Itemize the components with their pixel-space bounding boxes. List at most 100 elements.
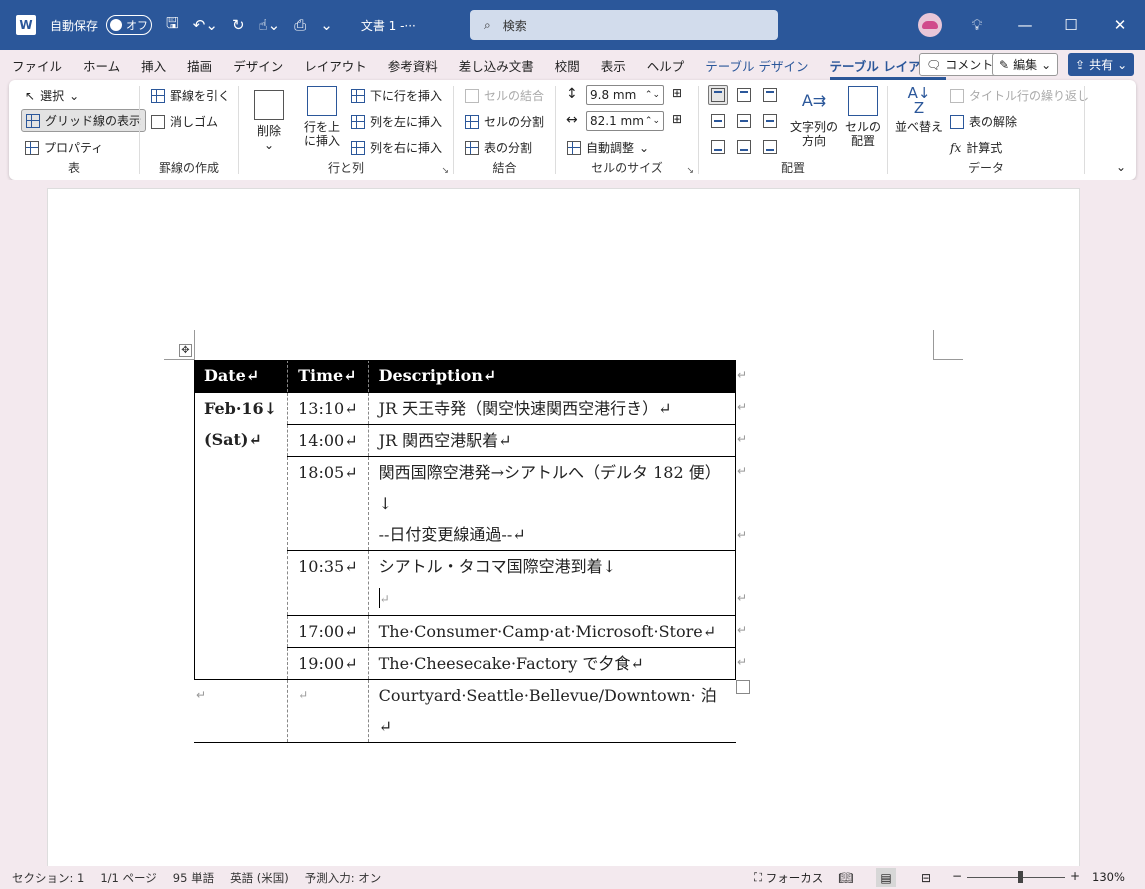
description-cell[interactable]: 関西国際空港発→シアトルへ（デルタ 182 便）↓ --日付変更線通過--↵ [368, 456, 736, 551]
tab-references[interactable]: 参考資料 [388, 51, 438, 80]
repeat-header-rows-button[interactable]: タイトル行の繰り返し [950, 87, 1089, 104]
status-predictive-input[interactable]: 予測入力: オン [305, 870, 382, 886]
eraser-button[interactable]: 消しゴム [151, 113, 218, 130]
insert-right-button[interactable]: 列を右に挿入 [351, 139, 442, 156]
description-cell[interactable]: The·Consumer·Camp·at·Microsoft·Store↵ [368, 615, 736, 648]
status-language[interactable]: 英語 (米国) [230, 870, 289, 886]
align-bottom-left-button[interactable] [708, 137, 728, 157]
description-cell[interactable]: シアトル・タコマ国際空港到着↓ ↵ [368, 550, 736, 616]
insert-above-button[interactable]: 行を上 に挿入 [301, 86, 343, 148]
delete-button[interactable]: 削除 ⌄ [251, 90, 287, 152]
dialog-launcher-icon[interactable]: ↘ [686, 166, 694, 176]
time-cell[interactable]: 18:05↵ [287, 456, 369, 551]
search-box[interactable]: ⌕ 検索 [470, 10, 778, 40]
tab-file[interactable]: ファイル [12, 51, 62, 80]
header-time[interactable]: Time↵ [287, 360, 369, 393]
read-mode-icon[interactable]: 📖︎ [836, 868, 856, 887]
distribute-columns-icon[interactable]: ⊞ [672, 112, 682, 126]
status-words[interactable]: 95 単語 [173, 870, 214, 886]
status-section[interactable]: セクション: 1 [12, 870, 84, 886]
text-direction-button[interactable]: A⇉ 文字列の 方向 [789, 86, 839, 148]
table-resize-handle[interactable] [736, 680, 750, 694]
formula-button[interactable]: fx 計算式 [950, 139, 1002, 156]
align-center-left-button[interactable] [708, 111, 728, 131]
description-cell[interactable]: Courtyard·Seattle·Bellevue/Downtown· 泊↵ [368, 679, 736, 743]
description-cell[interactable]: JR 関西空港駅着↵ [368, 424, 736, 457]
schedule-table[interactable]: Date↵ Time↵ Description↵ Feb·16↓ (Sat)↵ 1… [194, 360, 736, 743]
spinner-icon[interactable]: ⌃⌄ [645, 112, 660, 130]
time-cell[interactable]: ↵ [287, 679, 369, 743]
customize-toolbar-icon[interactable]: ⌄ [320, 16, 333, 34]
description-cell[interactable]: JR 天王寺発（関空快速関西空港行き）↵ [368, 392, 736, 425]
merge-cells-button[interactable]: セルの結合 [465, 87, 544, 104]
draw-table-button[interactable]: 罫線を引く [151, 87, 230, 104]
align-top-right-button[interactable] [760, 85, 780, 105]
zoom-out-icon[interactable]: − [952, 869, 962, 883]
comment-button[interactable]: 🗨︎ コメント [919, 53, 1001, 76]
time-cell[interactable]: 17:00↵ [287, 615, 369, 648]
maximize-icon[interactable]: ☐ [1048, 0, 1094, 50]
distribute-rows-icon[interactable]: ⊞ [672, 86, 682, 100]
undo-icon[interactable]: ↶⌄ [193, 16, 218, 34]
time-cell[interactable]: 19:00↵ [287, 647, 369, 680]
save-icon[interactable]: 🖫 [166, 13, 179, 38]
zoom-level[interactable]: 130% [1092, 870, 1125, 884]
time-cell[interactable]: 14:00↵ [287, 424, 369, 457]
touch-mode-icon[interactable]: ☝⌄ [259, 16, 281, 34]
tab-layout[interactable]: レイアウト [304, 51, 367, 80]
status-page[interactable]: 1/1 ページ [100, 870, 156, 886]
tab-insert[interactable]: 挿入 [141, 51, 166, 80]
lightbulb-icon[interactable]: 💡︎ [954, 0, 1000, 50]
convert-to-text-button[interactable]: 表の解除 [950, 113, 1017, 130]
cell-margins-button[interactable]: セルの 配置 [843, 86, 883, 148]
collapse-ribbon-icon[interactable]: ⌄ [1116, 160, 1126, 174]
redo-icon[interactable]: ↻ [232, 16, 245, 34]
header-date[interactable]: Date↵ [194, 360, 289, 393]
select-button[interactable]: ↖ 選択 ⌄ [25, 87, 79, 104]
tab-table-design[interactable]: テーブル デザイン [705, 51, 808, 80]
row-height-input[interactable]: 9.8 mm ⌃⌄ [586, 85, 664, 105]
table-move-handle-icon[interactable]: ✥ [179, 344, 192, 357]
sort-button[interactable]: A↓ Z 並べ替え [894, 86, 944, 135]
tab-draw[interactable]: 描画 [187, 51, 212, 80]
web-layout-icon[interactable]: ⊟ [916, 868, 936, 887]
header-description[interactable]: Description↵ [368, 360, 736, 393]
align-bottom-center-button[interactable] [734, 137, 754, 157]
tab-design[interactable]: デザイン [233, 51, 283, 80]
description-cell[interactable]: The·Cheesecake·Factory で夕食↵ [368, 647, 736, 680]
align-center-button[interactable] [734, 111, 754, 131]
tab-review[interactable]: 校閲 [555, 51, 580, 80]
align-top-center-button[interactable] [734, 85, 754, 105]
tab-mailings[interactable]: 差し込み文書 [459, 51, 534, 80]
zoom-slider[interactable] [967, 871, 1065, 883]
date-cell[interactable]: Feb·16↓ (Sat)↵ [194, 392, 289, 743]
close-icon[interactable]: ✕ [1097, 0, 1143, 50]
quick-print-icon[interactable]: ⎙ [294, 16, 306, 34]
zoom-slider-thumb[interactable] [1018, 871, 1023, 883]
align-bottom-right-button[interactable] [760, 137, 780, 157]
user-avatar[interactable] [918, 13, 942, 37]
zoom-in-icon[interactable]: + [1070, 869, 1080, 883]
tab-help[interactable]: ヘルプ [647, 51, 685, 80]
autofit-button[interactable]: 自動調整 ⌄ [567, 139, 649, 156]
view-gridlines-button[interactable]: グリッド線の表示 [21, 109, 147, 132]
align-top-left-button[interactable] [708, 85, 728, 105]
share-button[interactable]: ⇪ 共有 ⌄ [1068, 53, 1135, 76]
align-center-right-button[interactable] [760, 111, 780, 131]
insert-left-button[interactable]: 列を左に挿入 [351, 113, 442, 130]
tab-view[interactable]: 表示 [601, 51, 626, 80]
focus-button[interactable]: ⛶ フォーカス [754, 866, 823, 889]
properties-button[interactable]: プロパティ [25, 139, 103, 156]
tab-home[interactable]: ホーム [83, 51, 120, 80]
split-cells-button[interactable]: セルの分割 [465, 113, 544, 130]
minimize-icon[interactable]: — [1002, 0, 1048, 50]
split-table-button[interactable]: 表の分割 [465, 139, 532, 156]
time-cell[interactable]: 13:10↵ [287, 392, 369, 425]
print-layout-icon[interactable]: ▤ [876, 868, 896, 887]
spinner-icon[interactable]: ⌃⌄ [645, 86, 660, 104]
autosave-toggle[interactable]: オフ [106, 15, 153, 35]
column-width-input[interactable]: 82.1 mm ⌃⌄ [586, 111, 664, 131]
dialog-launcher-icon[interactable]: ↘ [441, 166, 449, 176]
edit-mode-button[interactable]: ✎ 編集 ⌄ [992, 53, 1059, 76]
insert-below-button[interactable]: 下に行を挿入 [351, 87, 442, 104]
